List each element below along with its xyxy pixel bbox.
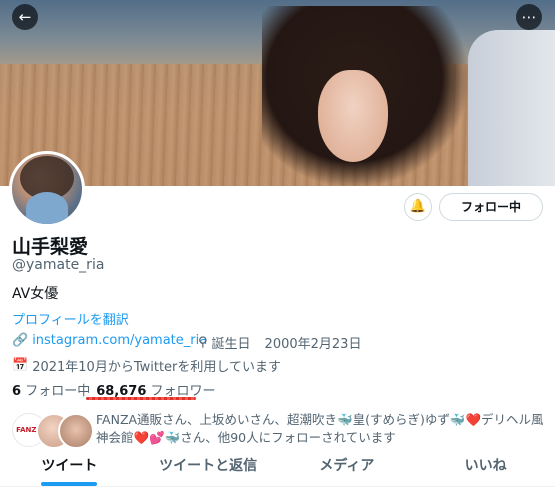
- back-button[interactable]: ←: [12, 4, 38, 30]
- banner-face: [318, 70, 388, 162]
- profile-banner[interactable]: [0, 0, 555, 186]
- profile-name: 山手梨愛: [12, 236, 89, 258]
- calendar-icon: 📅: [12, 358, 29, 373]
- tab-tweets-and-replies[interactable]: ツイートと返信: [139, 448, 278, 486]
- profile-bio: AV女優: [12, 286, 59, 302]
- joined-row: 📅 2021年10月からTwitterを利用しています: [12, 356, 281, 375]
- follower-avatar: [58, 413, 94, 449]
- profile-website-link[interactable]: instagram.com/yamate_ria: [32, 333, 207, 348]
- tab-label: ツイートと返信: [159, 458, 258, 474]
- tab-label: いいね: [464, 458, 507, 474]
- translate-bio-link[interactable]: プロフィールを翻訳: [12, 309, 129, 328]
- avatar-swimsuit: [26, 192, 68, 224]
- active-tab-indicator: [41, 482, 98, 486]
- tab-label: ツイート: [41, 458, 98, 474]
- avatar[interactable]: [9, 151, 85, 227]
- birthday-label: 誕生日: [211, 337, 251, 352]
- banner-chair: [468, 30, 555, 186]
- following-count: 6: [12, 384, 22, 399]
- tab-tweets[interactable]: ツイート: [0, 448, 139, 486]
- red-underline-annotation: [86, 397, 196, 400]
- followed-by-avatars[interactable]: FANZA: [12, 413, 94, 449]
- arrow-left-icon: ←: [18, 8, 32, 26]
- more-horizontal-icon: ⋯: [521, 8, 537, 26]
- birthday-row: ⚲ 誕生日 2000年2月23日: [198, 333, 361, 352]
- tab-label: メディア: [319, 458, 375, 474]
- balloon-icon: ⚲: [198, 335, 208, 350]
- following-link[interactable]: 6 フォロー中: [12, 380, 90, 399]
- profile-tabs: ツイート ツイートと返信 メディア いいね: [0, 448, 555, 487]
- profile-handle: @yamate_ria: [12, 257, 105, 273]
- more-button[interactable]: ⋯: [516, 4, 542, 30]
- following-button[interactable]: フォロー中: [439, 193, 543, 221]
- joined-date: 2021年10月からTwitterを利用しています: [32, 360, 281, 375]
- birthday-value: 2000年2月23日: [264, 337, 362, 352]
- followed-by-text[interactable]: FANZA通販さん、上坂めいさん、超潮吹き🐳皇(すめらぎ)ゆず🐳❤️デリヘル風神…: [96, 411, 546, 447]
- bell-plus-icon: 🔔: [409, 199, 427, 214]
- tab-media[interactable]: メディア: [278, 448, 417, 486]
- notification-button[interactable]: 🔔: [404, 193, 432, 221]
- following-label: フォロー中: [25, 384, 91, 399]
- tab-likes[interactable]: いいね: [416, 448, 555, 486]
- profile-link-row: 🔗 instagram.com/yamate_ria: [12, 333, 207, 348]
- link-icon: 🔗: [12, 333, 29, 348]
